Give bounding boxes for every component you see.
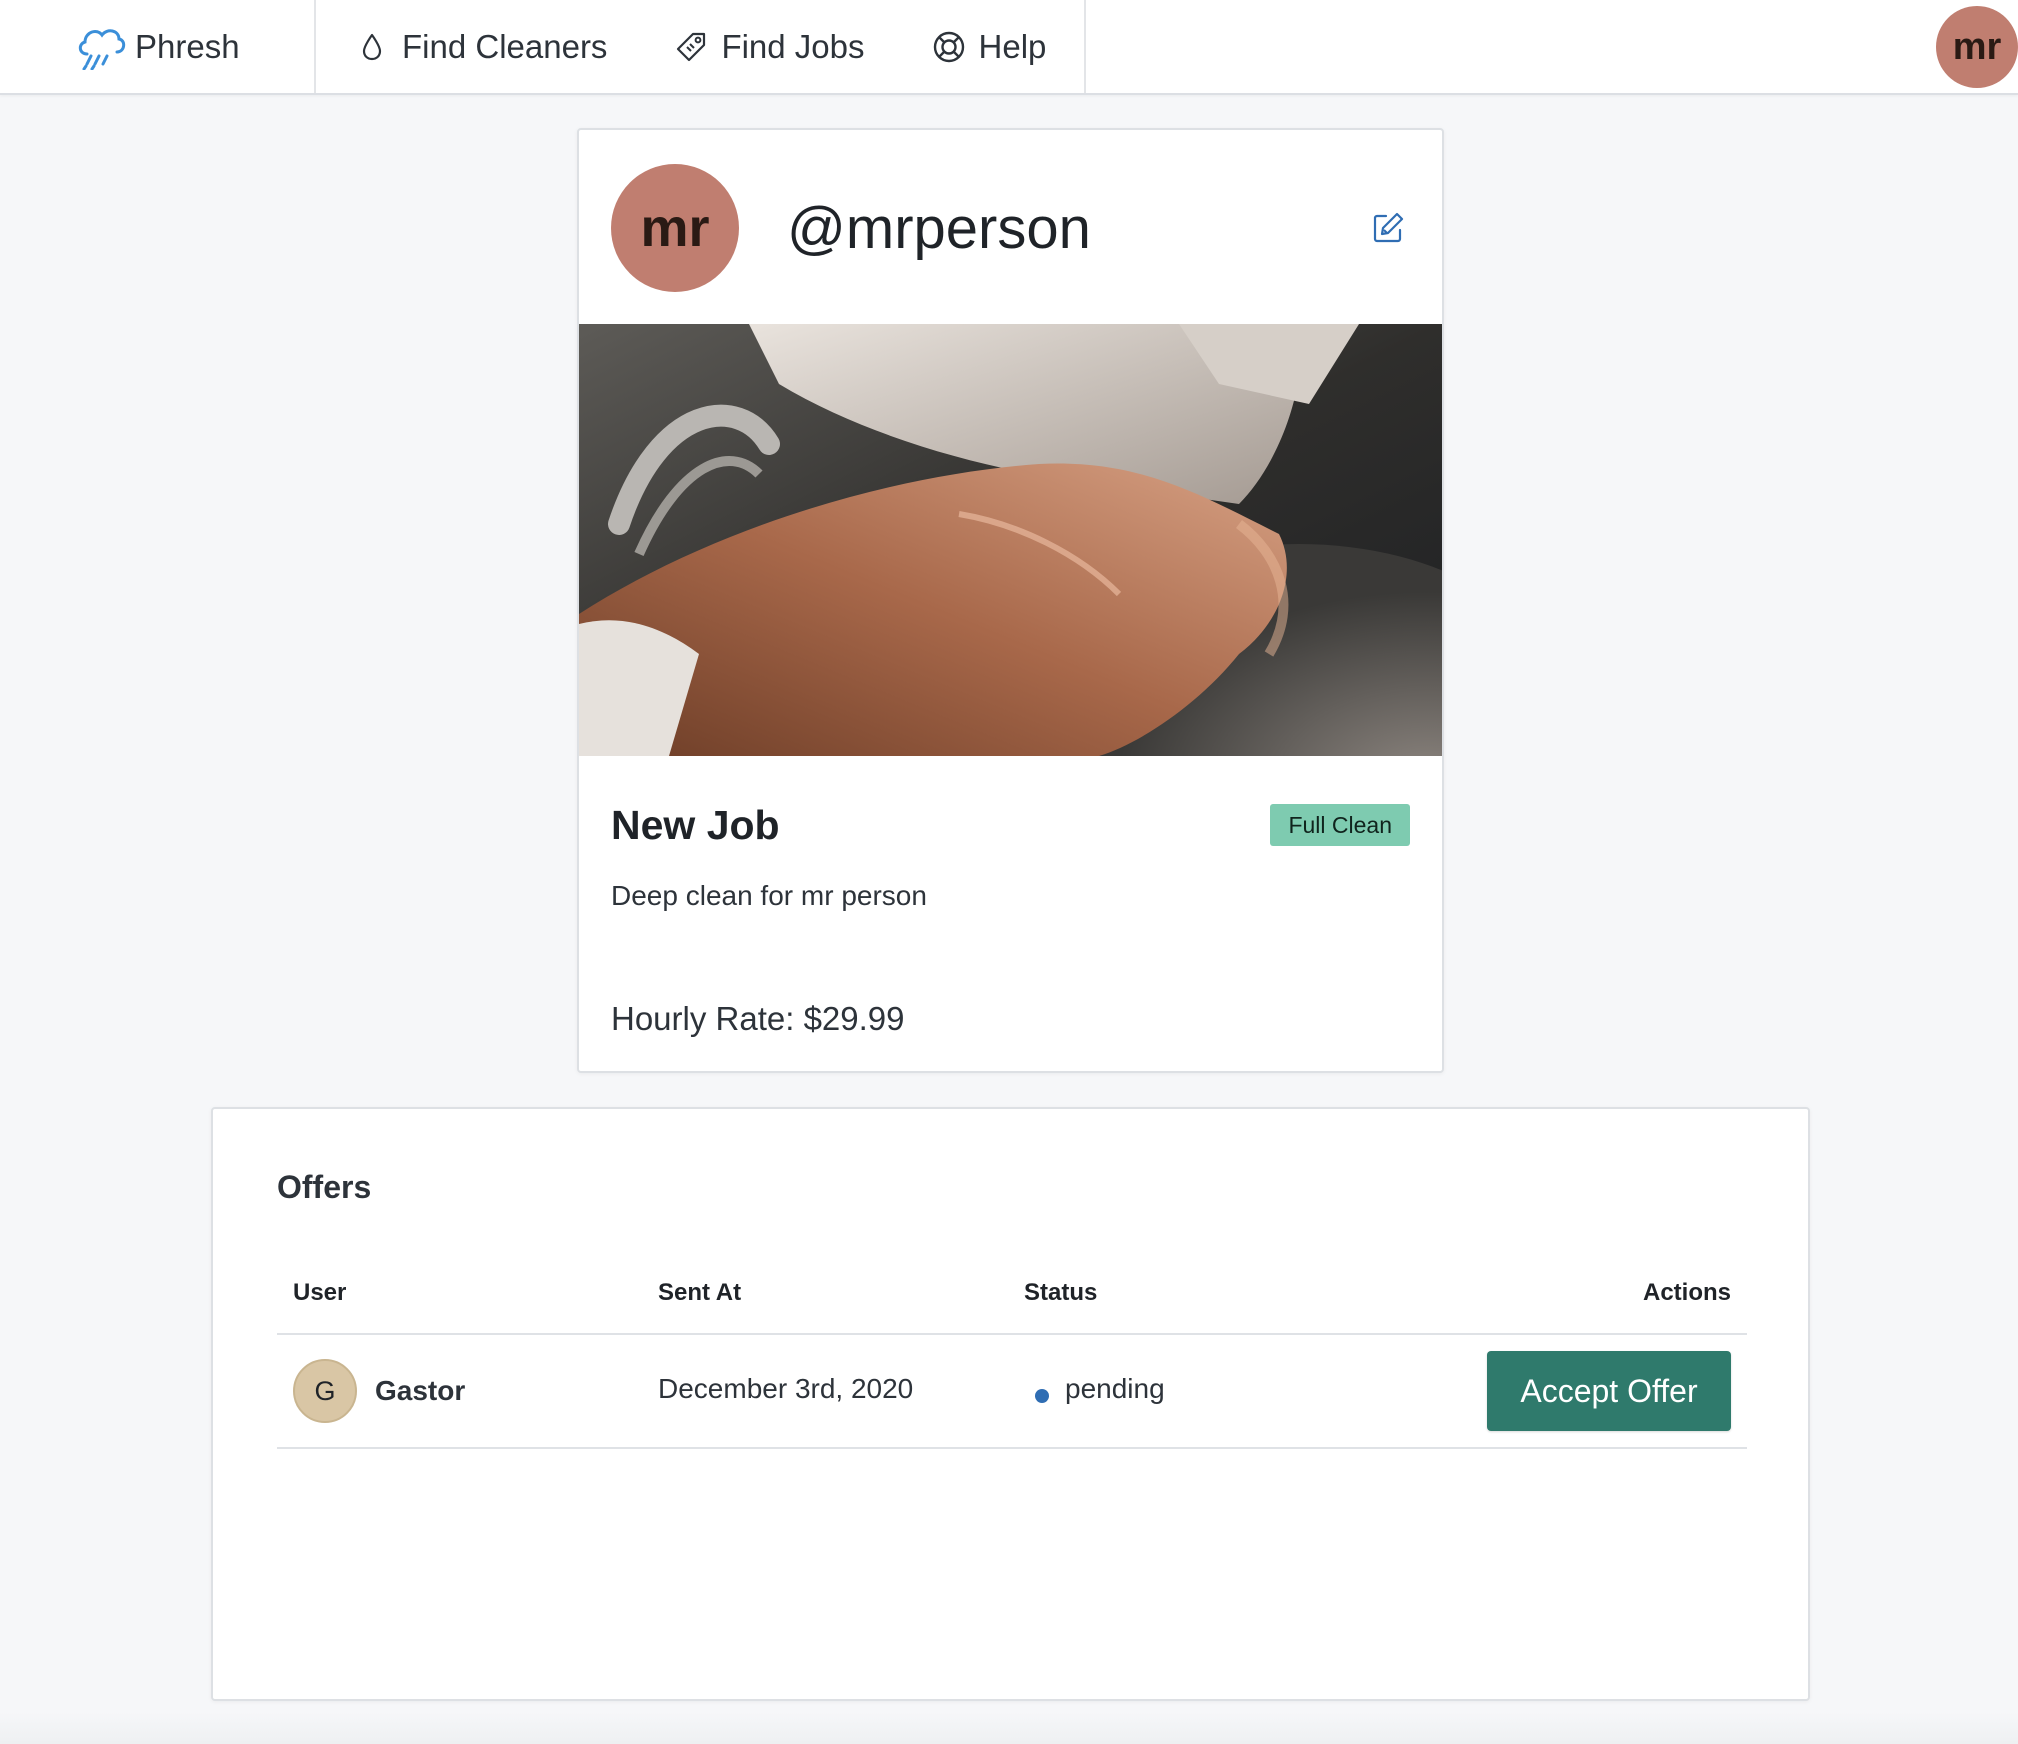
job-hourly-rate: Hourly Rate: $29.99 xyxy=(611,1000,905,1037)
user-avatar-menu[interactable]: mr xyxy=(1936,6,2018,88)
brand-name: Phresh xyxy=(135,27,240,65)
job-type-tag: Full Clean xyxy=(1270,804,1410,846)
tag-icon xyxy=(677,32,706,61)
column-header-sent-at: Sent At xyxy=(658,1279,742,1306)
offer-username[interactable]: Gastor xyxy=(375,1375,465,1407)
job-photo xyxy=(579,324,1442,756)
offer-sent-at: December 3rd, 2020 xyxy=(658,1373,914,1404)
job-image xyxy=(579,324,1442,756)
job-card: mr @mrperson New Job Full Clean Deep cle… xyxy=(577,128,1444,1073)
offers-title: Offers xyxy=(277,1169,372,1205)
job-description: Deep clean for mr person xyxy=(611,880,927,911)
column-header-actions: Actions xyxy=(1642,1279,1731,1306)
owner-handle: @mrperson xyxy=(787,196,1091,261)
nav-links: Find Cleaners Find Jobs Help xyxy=(316,0,1086,93)
brand-link[interactable]: Phresh xyxy=(0,0,316,93)
nav-find-cleaners[interactable]: Find Cleaners xyxy=(354,28,607,66)
column-header-user: User xyxy=(293,1279,347,1306)
nav-help[interactable]: Help xyxy=(931,27,1047,66)
lifebuoy-icon xyxy=(933,31,964,62)
top-navigation: Phresh Find Cleaners Find Jobs Help mr xyxy=(0,0,2018,95)
edit-job-button[interactable] xyxy=(1370,210,1406,246)
table-row: G Gastor December 3rd, 2020 pending Acce… xyxy=(277,1335,1747,1449)
owner-avatar: mr xyxy=(611,164,739,292)
nav-label: Help xyxy=(978,27,1047,65)
page-bottom-edge xyxy=(0,1712,2018,1744)
nav-label: Find Cleaners xyxy=(402,27,608,65)
offer-user-avatar: G xyxy=(293,1359,357,1423)
offers-table: User Sent At Status Actions G Gastor Dec… xyxy=(277,1257,1747,1449)
offers-panel: Offers User Sent At Status Actions G Gas… xyxy=(211,1107,1810,1701)
droplet-icon xyxy=(362,33,382,60)
nav-find-jobs[interactable]: Find Jobs xyxy=(673,27,865,66)
table-header: User Sent At Status Actions xyxy=(277,1257,1747,1335)
status-indicator-dot xyxy=(1035,1389,1049,1403)
accept-offer-button[interactable]: Accept Offer xyxy=(1487,1351,1731,1431)
edit-icon xyxy=(1373,212,1404,243)
column-header-status: Status xyxy=(1024,1279,1098,1306)
cloud-rain-icon xyxy=(78,28,126,70)
nav-label: Find Jobs xyxy=(721,27,865,65)
job-title: New Job xyxy=(611,802,780,848)
offer-status: pending xyxy=(1065,1373,1165,1404)
